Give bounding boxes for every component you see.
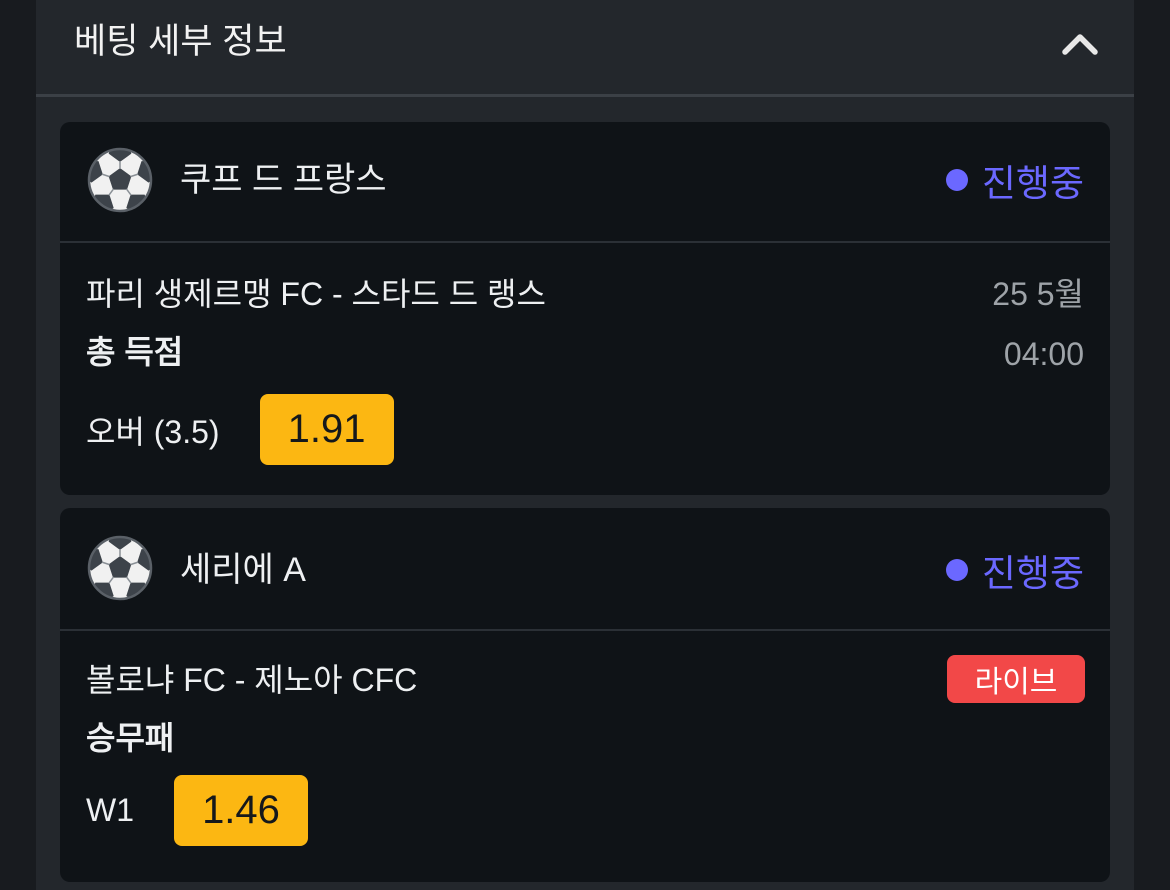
bet-card: 쿠프 드 프랑스 진행중 파리 생제르맹 FC - 스타드 드 랭스 25 5월…	[60, 122, 1110, 495]
match-time: 04:00	[1003, 336, 1084, 372]
market-name: 총 득점	[86, 334, 184, 370]
odds-button[interactable]: 1.91	[259, 394, 394, 465]
league-name: 세리에 A	[180, 551, 306, 589]
bet-card: 세리에 A 진행중 볼로냐 FC - 제노아 CFC 라이브 승무패 W1 1.…	[60, 508, 1110, 882]
selection-row: 오버 (3.5) 1.91	[86, 394, 394, 465]
odds-button[interactable]: 1.46	[174, 775, 308, 846]
status-dot-icon	[945, 559, 968, 581]
match-date: 25 5월	[992, 276, 1084, 312]
live-badge: 라이브	[947, 655, 1085, 703]
bet-status: 진행중	[945, 156, 1084, 204]
league-name: 쿠프 드 프랑스	[180, 161, 387, 199]
status-label: 진행중	[981, 553, 1084, 594]
selection-label: W1	[86, 792, 134, 828]
soccer-ball-icon	[86, 534, 154, 602]
card-divider	[60, 629, 1110, 631]
card-divider	[60, 241, 1110, 243]
soccer-ball-icon	[86, 146, 154, 214]
panel-title: 베팅 세부 정보	[74, 22, 287, 61]
bet-details-panel: 베팅 세부 정보 쿠프 드 프랑스 진행중 파리 생제르맹 FC - 스타드 드…	[36, 0, 1134, 890]
bet-status: 진행중	[945, 546, 1084, 594]
selection-row: W1 1.46	[86, 775, 308, 846]
selection-label: 오버 (3.5)	[86, 413, 220, 450]
market-name: 승무패	[86, 720, 175, 756]
panel-divider	[36, 94, 1134, 97]
match-name: 볼로냐 FC - 제노아 CFC	[86, 662, 418, 698]
status-label: 진행중	[981, 163, 1084, 204]
chevron-up-icon[interactable]	[1060, 26, 1100, 60]
panel-header[interactable]: 베팅 세부 정보	[36, 0, 1134, 94]
status-dot-icon	[945, 169, 968, 191]
match-name: 파리 생제르맹 FC - 스타드 드 랭스	[86, 276, 546, 312]
